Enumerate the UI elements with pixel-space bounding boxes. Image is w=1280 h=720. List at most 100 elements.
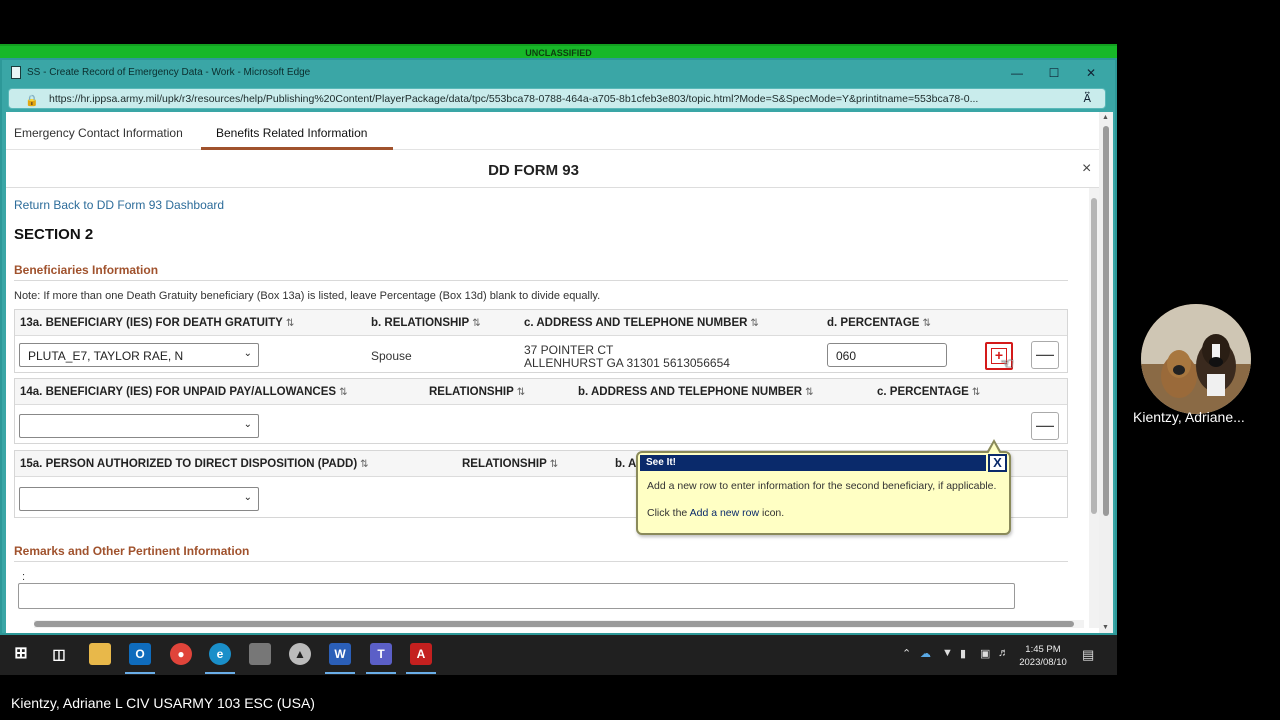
address-bar: 🔒 https://hr.ippsa.army.mil/upk/r3/resou… <box>2 86 1115 112</box>
url-field[interactable]: 🔒 https://hr.ippsa.army.mil/upk/r3/resou… <box>8 88 1106 109</box>
return-dashboard-link[interactable]: Return Back to DD Form 93 Dashboard <box>14 198 224 212</box>
teams-icon[interactable]: T <box>370 643 392 665</box>
percentage-input[interactable]: 060 <box>827 343 947 367</box>
modal-vertical-scrollbar[interactable] <box>1089 188 1099 628</box>
scrollbar-thumb[interactable] <box>1103 126 1109 516</box>
sort-icon[interactable]: ⇅ <box>922 318 930 329</box>
chevron-down-icon: ⌄ <box>243 419 252 430</box>
modal-horizontal-scrollbar[interactable] <box>34 620 1084 628</box>
tab-strip: Emergency Contact Information Benefits R… <box>6 112 1099 150</box>
dogs-photo-icon <box>1141 304 1251 414</box>
column-header-beneficiary[interactable]: 14a. BENEFICIARY (IES) FOR UNPAID PAY/AL… <box>20 386 347 398</box>
column-header-relationship[interactable]: RELATIONSHIP ⇅ <box>429 386 525 398</box>
column-header-relationship[interactable]: RELATIONSHIP ⇅ <box>462 458 558 470</box>
padd-person-select[interactable]: ⌄ <box>19 487 259 511</box>
taskbar-clock[interactable]: 1:45 PM 2023/08/10 <box>1012 643 1074 669</box>
page-vertical-scrollbar[interactable]: ▲ ▼ <box>1099 112 1113 633</box>
modal-header: DD FORM 93 × <box>6 150 1099 188</box>
column-header-beneficiary[interactable]: 13a. BENEFICIARY (IES) FOR DEATH GRATUIT… <box>20 317 294 329</box>
scroll-down-icon[interactable]: ▼ <box>1102 624 1109 631</box>
sort-icon[interactable]: ⇅ <box>360 459 368 470</box>
callout-link: Add a new row <box>689 507 760 519</box>
onedrive-icon[interactable]: ☁ <box>920 647 931 660</box>
remarks-input[interactable] <box>18 583 1015 609</box>
callout-close-icon[interactable]: X <box>988 454 1007 472</box>
divider <box>14 561 1068 562</box>
modal-close-icon[interactable]: × <box>1082 160 1091 178</box>
presenter-name: Kientzy, Adriane L CIV USARMY 103 ESC (U… <box>11 695 315 711</box>
scrollbar-thumb[interactable] <box>34 621 1074 627</box>
tab-emergency-contact[interactable]: Emergency Contact Information <box>14 126 183 140</box>
photos-icon[interactable]: ▲ <box>289 643 311 665</box>
notification-icon[interactable]: ▤ <box>1082 647 1094 663</box>
chrome-icon[interactable]: ● <box>170 643 192 665</box>
maximize-button[interactable]: ☐ <box>1039 64 1069 82</box>
sort-icon[interactable]: ⇅ <box>550 459 558 470</box>
meeting-stage: UNCLASSIFIED SS - Create Record of Emerg… <box>0 0 1280 720</box>
battery-icon[interactable]: ▮ <box>960 647 966 660</box>
grid-header: 13a. BENEFICIARY (IES) FOR DEATH GRATUIT… <box>15 310 1067 336</box>
tab-benefits-related[interactable]: Benefits Related Information <box>216 126 367 140</box>
sort-icon[interactable]: ⇅ <box>805 387 813 398</box>
address-line-2: ALLENHURST GA 31301 5613056654 <box>524 356 730 370</box>
windows-taskbar: ⊞ ◫ O ● e ▲ W T A ⌃ ☁ ▼ ▮ ▣ ♬ 1:45 PM 20… <box>0 635 1117 675</box>
column-header-address[interactable]: b. ADDRESS AND TELEPHONE NUMBER ⇅ <box>578 386 813 398</box>
task-view-icon[interactable]: ◫ <box>48 643 70 665</box>
unpaid-pay-beneficiary-select[interactable]: ⌄ <box>19 414 259 438</box>
sort-icon[interactable]: ⇅ <box>472 318 480 329</box>
sort-icon[interactable]: ⇅ <box>339 387 347 398</box>
url-text: https://hr.ippsa.army.mil/upk/r3/resourc… <box>49 93 979 105</box>
sort-icon[interactable]: ⇅ <box>972 387 980 398</box>
column-header-address[interactable]: b. A <box>615 458 636 470</box>
unpaid-pay-grid: 14a. BENEFICIARY (IES) FOR UNPAID PAY/AL… <box>14 378 1068 444</box>
callout-header: See It! <box>640 455 986 471</box>
death-gratuity-beneficiary-select[interactable]: PLUTA_E7, TAYLOR RAE, N ⌄ <box>19 343 259 367</box>
edge-window: SS - Create Record of Emergency Data - W… <box>0 58 1117 635</box>
outlook-icon[interactable]: O <box>129 643 151 665</box>
column-header-relationship[interactable]: b. RELATIONSHIP ⇅ <box>371 317 481 329</box>
section-title: SECTION 2 <box>14 226 94 243</box>
acrobat-icon[interactable]: A <box>410 643 432 665</box>
delete-row-button[interactable]: — <box>1031 341 1059 369</box>
see-it-callout: See It! X Add a new row to enter informa… <box>636 439 1011 535</box>
column-header-percentage[interactable]: d. PERCENTAGE ⇅ <box>827 317 931 329</box>
divider <box>14 280 1068 281</box>
chevron-up-icon[interactable]: ⌃ <box>902 647 911 660</box>
notepad-icon[interactable] <box>249 643 271 665</box>
sort-icon[interactable]: ⇅ <box>750 318 758 329</box>
chevron-down-icon: ⌄ <box>243 348 252 359</box>
participant-name: Kientzy, Adriane... <box>1133 409 1245 425</box>
lock-icon[interactable]: 🔒 <box>25 94 39 107</box>
scrollbar-thumb[interactable] <box>1091 198 1097 514</box>
death-gratuity-grid: 13a. BENEFICIARY (IES) FOR DEATH GRATUIT… <box>14 309 1068 373</box>
delete-row-button[interactable]: — <box>1031 412 1059 440</box>
windows-start-icon[interactable]: ⊞ <box>10 643 32 665</box>
close-window-button[interactable]: ✕ <box>1076 64 1106 82</box>
active-app-indicator <box>325 672 355 674</box>
modal-body: Return Back to DD Form 93 Dashboard SECT… <box>6 188 1099 633</box>
callout-line-1: Add a new row to enter information for t… <box>647 480 997 492</box>
microphone-icon[interactable]: ▼ <box>942 647 953 659</box>
minimize-button[interactable]: — <box>1002 64 1032 82</box>
edge-icon[interactable]: e <box>209 643 231 665</box>
sort-icon[interactable]: ⇅ <box>286 318 294 329</box>
volume-icon[interactable]: ♬ <box>998 647 1009 659</box>
grid-header: 14a. BENEFICIARY (IES) FOR UNPAID PAY/AL… <box>15 379 1067 405</box>
relationship-value: Spouse <box>371 349 412 363</box>
active-app-indicator <box>125 672 155 674</box>
file-explorer-icon[interactable] <box>89 643 111 665</box>
active-app-indicator <box>406 672 436 674</box>
sort-icon[interactable]: ⇅ <box>517 387 525 398</box>
read-aloud-icon[interactable]: A⃡ <box>1083 92 1091 105</box>
column-header-address[interactable]: c. ADDRESS AND TELEPHONE NUMBER ⇅ <box>524 317 759 329</box>
clock-date: 2023/08/10 <box>1019 657 1067 668</box>
column-header-percentage[interactable]: c. PERCENTAGE ⇅ <box>877 386 980 398</box>
page-content: Emergency Contact Information Benefits R… <box>6 112 1099 633</box>
network-icon[interactable]: ▣ <box>980 647 990 660</box>
column-header-person[interactable]: 15a. PERSON AUTHORIZED TO DIRECT DISPOSI… <box>20 458 369 470</box>
clock-time: 1:45 PM <box>1025 644 1061 655</box>
scroll-up-icon[interactable]: ▲ <box>1102 114 1109 121</box>
title-bar: SS - Create Record of Emergency Data - W… <box>2 60 1115 86</box>
word-icon[interactable]: W <box>329 643 351 665</box>
window-title: SS - Create Record of Emergency Data - W… <box>27 67 311 78</box>
